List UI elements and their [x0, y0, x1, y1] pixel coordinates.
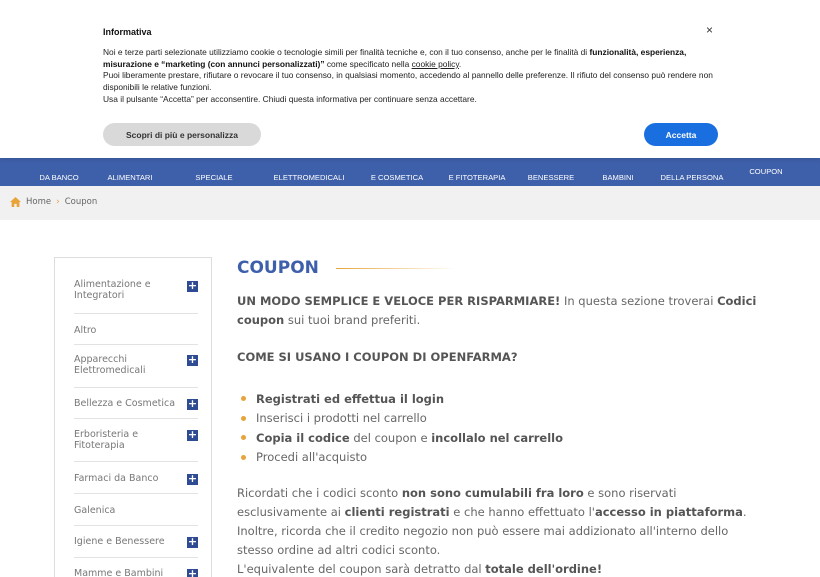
plus-icon[interactable]: +: [187, 536, 198, 548]
nav-item-benessere[interactable]: BENESSERE: [520, 158, 582, 186]
sidebar-item-label: Altro: [74, 325, 97, 336]
sidebar-item-label: Apparecchi Elettromedicali: [74, 354, 146, 376]
nav-item-persona[interactable]: DELLA PERSONA: [652, 158, 732, 186]
step-bold: incollalo nel carrello: [431, 430, 564, 445]
nav-item-speciale[interactable]: SPECIALE: [178, 158, 250, 186]
note-text: .: [742, 505, 747, 519]
sidebar-item-igiene[interactable]: Igiene e Benessere +: [74, 526, 198, 558]
nav-item-label: COUPON: [749, 167, 783, 176]
note-text: e che hanno effettuato l': [449, 505, 595, 519]
plus-icon[interactable]: +: [187, 429, 198, 441]
close-icon[interactable]: ×: [706, 24, 713, 36]
sidebar-item-label: Farmaci da Banco: [74, 473, 159, 484]
nav-item-cosmetica[interactable]: E COSMETICA: [362, 158, 432, 186]
sidebar-item-label: Mamme e Bambini: [74, 568, 164, 577]
nav-item-alimentari[interactable]: ALIMENTARI: [96, 158, 164, 186]
learn-more-button[interactable]: Scopri di più e personalizza: [103, 123, 261, 146]
step-text: del coupon e: [349, 430, 432, 445]
breadcrumb-bar: Home › Coupon: [0, 186, 820, 220]
note-bold: clienti registrati: [344, 505, 450, 519]
main-nav: DA BANCO ALIMENTARI SPECIALE ELETTROMEDI…: [0, 158, 820, 186]
note-text: Ricordati che i codici sconto: [237, 486, 402, 500]
nav-item-elettromedicali[interactable]: ELETTROMEDICALI: [265, 158, 353, 186]
howto-heading: COME SI USANO I COUPON DI OPENFARMA?: [237, 350, 518, 364]
notes-paragraph: Ricordati che i codici sconto non sono c…: [237, 484, 757, 577]
nav-item-label: ELETTROMEDICALI: [273, 173, 345, 182]
cookie-text-part: come specificato nella: [324, 58, 412, 69]
sidebar-item-galenica[interactable]: Galenica: [74, 494, 198, 526]
bullet-icon: [241, 396, 246, 402]
cookie-policy-link[interactable]: cookie policy: [412, 59, 459, 69]
nav-item-label: SPECIALE: [195, 173, 233, 182]
nav-item-label: ALIMENTARI: [107, 173, 153, 182]
nav-item-label: DELLA PERSONA: [660, 173, 724, 182]
intro-text: sui tuoi brand preferiti.: [284, 313, 421, 327]
nav-item-coupon[interactable]: COUPON: [740, 158, 792, 186]
nav-item-label: BENESSERE: [527, 173, 575, 182]
nav-item-farmaci-da-banco[interactable]: DA BANCO: [22, 158, 96, 186]
sidebar-item-farmaci[interactable]: Farmaci da Banco +: [74, 462, 198, 494]
bullet-icon: [241, 415, 246, 421]
intro-text: In questa sezione troverai: [560, 294, 718, 308]
step-bold: Copia il codice: [256, 430, 350, 445]
cookie-banner: Informativa × Noi e terze parti selezion…: [0, 0, 820, 158]
steps-list: Registrati ed effettua il login Inserisc…: [241, 389, 563, 467]
sidebar-item-altro[interactable]: Altro: [74, 314, 198, 345]
plus-icon[interactable]: +: [187, 398, 198, 410]
note-bold: totale dell'ordine!: [485, 562, 603, 576]
plus-icon[interactable]: +: [187, 280, 198, 292]
sidebar-item-label: Igiene e Benessere: [74, 536, 165, 547]
sidebar-item-label: Galenica: [74, 505, 116, 516]
bullet-icon: [241, 454, 246, 460]
note-bold: accesso in piattaforma: [594, 505, 743, 519]
cookie-text-part: Usa il pulsante “Accetta” per acconsenti…: [103, 93, 477, 104]
title-underline: [336, 268, 456, 269]
category-sidebar: Alimentazione e Integratori + Altro Appa…: [54, 257, 212, 577]
nav-item-bambini[interactable]: BAMBINI: [590, 158, 646, 186]
sidebar-item-alimentazione[interactable]: Alimentazione e Integratori +: [74, 278, 198, 314]
cookie-title: Informativa: [103, 27, 152, 37]
bullet-icon: [241, 435, 246, 441]
step-text: Procedi all'acquisto: [256, 450, 368, 465]
sidebar-item-label: Bellezza e Cosmetica: [74, 398, 176, 409]
note-text: L'equivalente del coupon sarà detratto d…: [237, 562, 486, 576]
sidebar-item-bellezza[interactable]: Bellezza e Cosmetica +: [74, 388, 198, 419]
cookie-text: Noi e terze parti selezionate utilizziam…: [103, 47, 713, 106]
list-item: Copia il codice del coupon e incollalo n…: [241, 428, 563, 448]
chevron-right-icon: ›: [56, 197, 60, 207]
sidebar-item-label: Alimentazione e Integratori: [74, 279, 151, 301]
list-item: Procedi all'acquisto: [241, 448, 563, 468]
breadcrumb-home-link[interactable]: Home: [26, 197, 51, 207]
nav-item-label: E COSMETICA: [370, 173, 424, 182]
sidebar-item-erboristeria[interactable]: Erboristeria e Fitoterapia +: [74, 419, 198, 462]
list-item: Registrati ed effettua il login: [241, 389, 563, 409]
plus-icon[interactable]: +: [187, 354, 198, 366]
note-bold: non sono cumulabili fra loro: [401, 486, 584, 500]
sidebar-item-label: Erboristeria e Fitoterapia: [74, 429, 139, 451]
list-item: Inserisci i prodotti nel carrello: [241, 409, 563, 429]
nav-item-label: DA BANCO: [39, 173, 79, 182]
sidebar-item-elettromedicali[interactable]: Apparecchi Elettromedicali +: [74, 345, 198, 388]
home-icon: [10, 197, 21, 207]
breadcrumb: Home › Coupon: [10, 197, 97, 207]
nav-item-fitoterapia[interactable]: E FITOTERAPIA: [440, 158, 514, 186]
cookie-text-part: Puoi liberamente prestare, rifiutare o r…: [103, 70, 713, 93]
page-title: COUPON: [237, 258, 319, 278]
cookie-text-part: Noi e terze parti selezionate utilizziam…: [103, 47, 590, 57]
note-text: Inoltre, ricorda che il credito negozio …: [237, 524, 729, 557]
cookie-text-part: .: [458, 58, 462, 69]
step-text: Inserisci i prodotti nel carrello: [256, 411, 427, 426]
step-bold: Registrati ed effettua il login: [256, 391, 445, 406]
plus-icon[interactable]: +: [187, 473, 198, 485]
nav-item-label: E FITOTERAPIA: [448, 173, 506, 182]
accept-button[interactable]: Accetta: [644, 123, 718, 146]
breadcrumb-current: Coupon: [64, 197, 98, 207]
intro-paragraph: UN MODO SEMPLICE E VELOCE PER RISPARMIAR…: [237, 292, 757, 330]
sidebar-item-mamme[interactable]: Mamme e Bambini +: [74, 558, 198, 577]
nav-item-label: BAMBINI: [602, 173, 634, 182]
intro-bold: UN MODO SEMPLICE E VELOCE PER RISPARMIAR…: [237, 294, 561, 308]
plus-icon[interactable]: +: [187, 568, 198, 577]
